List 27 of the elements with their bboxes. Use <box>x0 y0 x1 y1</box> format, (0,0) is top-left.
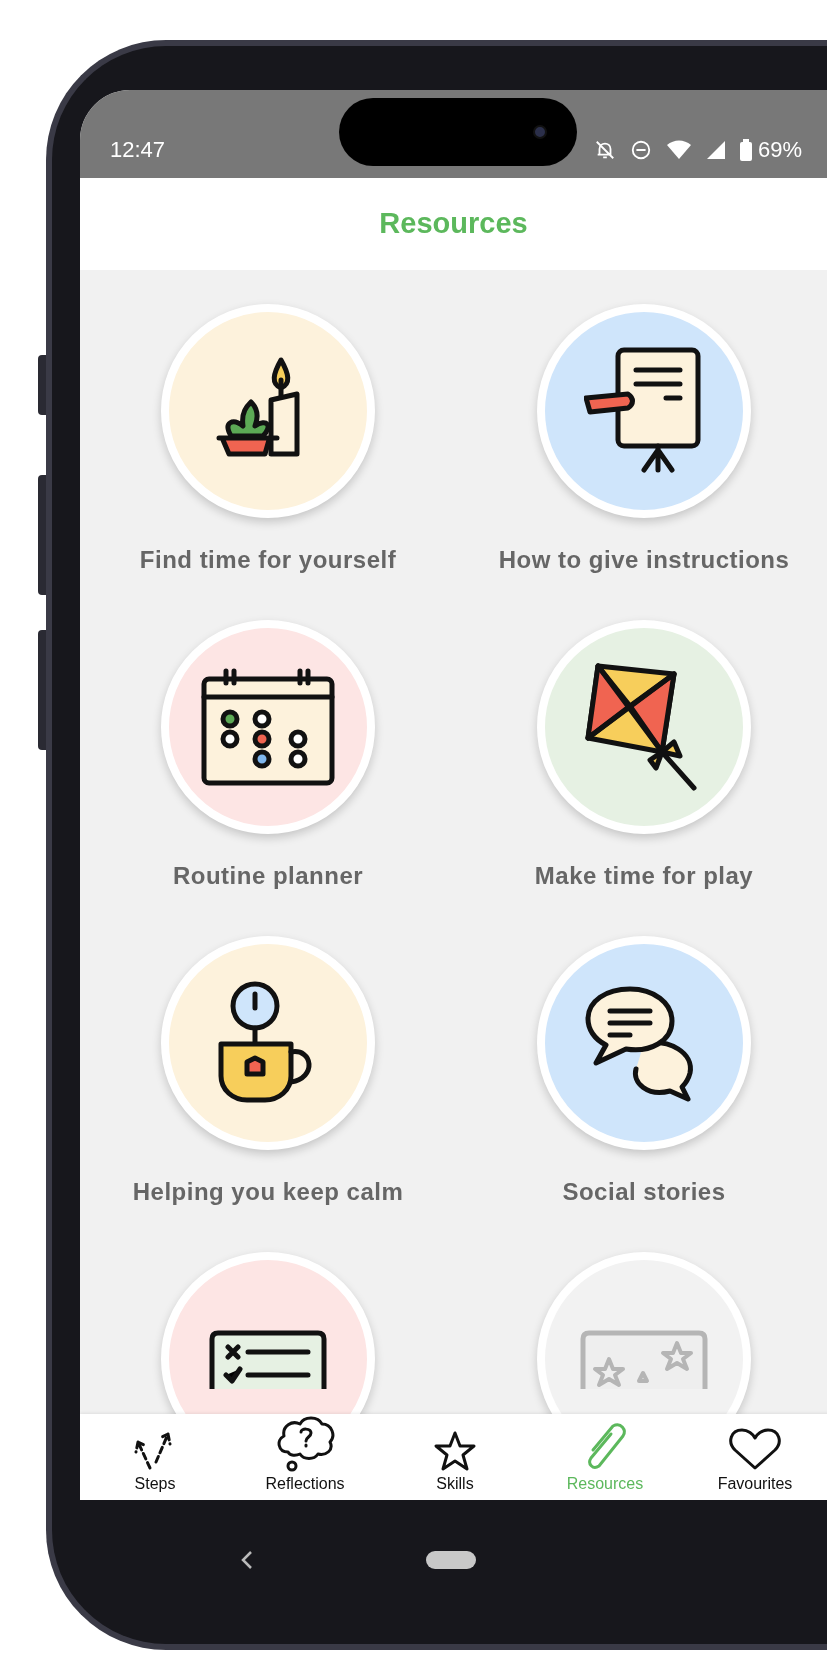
resource-label[interactable]: Make time for play <box>494 860 794 892</box>
bell-off-icon <box>593 138 616 161</box>
checklist-icon <box>208 1329 328 1389</box>
home-pill[interactable] <box>426 1551 476 1569</box>
resource-label[interactable]: Helping you keep calm <box>118 1176 418 1208</box>
easel-pointer-icon <box>584 346 704 476</box>
status-time: 12:47 <box>110 136 166 164</box>
signal-icon <box>705 139 726 160</box>
back-icon[interactable] <box>240 1549 254 1571</box>
star-card-icon <box>579 1329 709 1389</box>
do-not-disturb-icon <box>629 138 652 161</box>
battery-percent: 69% <box>757 136 802 164</box>
camera-lens-icon <box>533 125 547 139</box>
nav-tab[interactable]: Skills <box>380 1414 530 1500</box>
star-icon <box>433 1430 477 1472</box>
resource-label[interactable]: How to give instructions <box>494 544 794 576</box>
heart-icon <box>727 1426 783 1472</box>
resource-label[interactable]: Routine planner <box>118 860 418 892</box>
nav-tab[interactable]: Steps <box>80 1414 230 1500</box>
battery-icon <box>739 138 752 161</box>
nav-tab[interactable]: Reflections <box>230 1414 380 1500</box>
resource-label[interactable]: Social stories <box>494 1176 794 1208</box>
nav-tab[interactable]: Favourites <box>680 1414 827 1500</box>
page-title: Resources <box>379 206 528 242</box>
resource-label[interactable]: Find time for yourself <box>118 544 418 576</box>
wifi-icon <box>665 139 692 160</box>
nav-tab[interactable]: Resources <box>530 1414 680 1500</box>
